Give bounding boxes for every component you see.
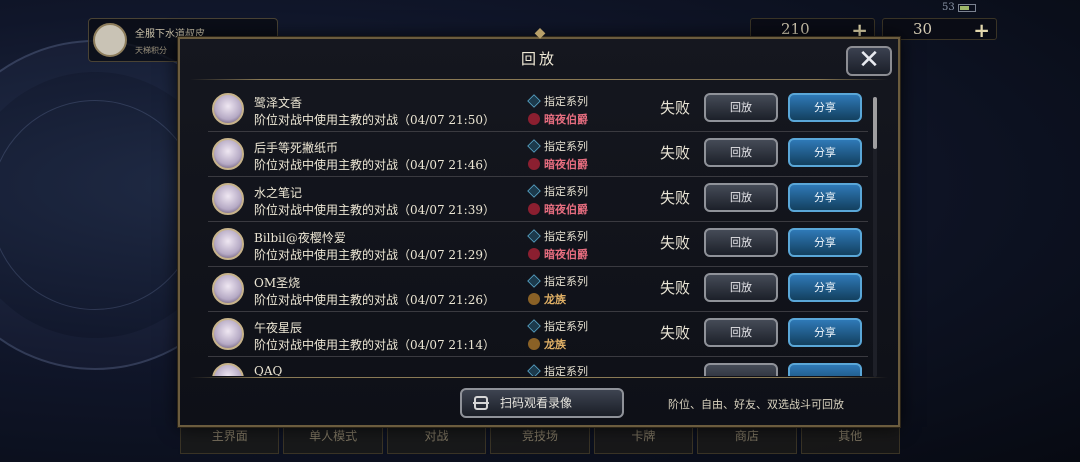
match-result: 失败 [660,234,691,252]
scan-qr-label: 扫码观看录像 [500,396,573,410]
battery-level: 53 [942,2,955,13]
list-item: 后手等死撇纸币 阶位对战中使用主教的对战（04/07 21:46） 指定系列 暗… [208,132,868,177]
avatar [212,93,244,125]
class-icon [528,338,540,350]
deck-type: 指定系列 [527,138,588,154]
avatar [212,318,244,350]
share-button[interactable] [788,363,862,376]
deck-icon [527,364,541,376]
list-item: OM圣烧 阶位对战中使用主教的对战（04/07 21:26） 指定系列 龙族 失… [208,267,868,312]
deck-icon [527,274,541,288]
list-item: 水之笔记 阶位对战中使用主教的对战（04/07 21:39） 指定系列 暗夜伯爵… [208,177,868,222]
dialog-title: 回放 [520,50,557,68]
replay-button[interactable] [704,363,778,376]
class-icon [528,203,540,215]
player-name: OM圣烧 [254,276,301,290]
avatar [212,273,244,305]
match-description: 阶位对战中使用主教的对战（04/07 21:50） [254,113,495,127]
share-button[interactable]: 分享 [788,273,862,302]
player-name: 午夜星辰 [254,321,303,335]
share-button[interactable]: 分享 [788,318,862,347]
match-description: 阶位对战中使用主教的对战（04/07 21:46） [254,158,495,172]
opponent-class: 暗夜伯爵 [528,111,588,127]
replay-button[interactable]: 回放 [704,273,778,302]
share-button[interactable]: 分享 [788,93,862,122]
battery-indicator: 53 [942,2,976,13]
share-button[interactable]: 分享 [788,228,862,257]
match-result: 失败 [660,99,691,117]
opponent-class: 暗夜伯爵 [528,156,588,172]
gold-value: 210 [781,20,810,38]
match-result: 失败 [660,144,691,162]
match-description: 阶位对战中使用主教的对战（04/07 21:26） [254,293,495,307]
match-result: 失败 [660,189,691,207]
opponent-class: 龙族 [528,336,566,352]
close-button[interactable]: ✕ [846,46,892,76]
close-icon: ✕ [858,45,880,75]
replay-dialog: ◆ 回放 ✕ 鹭泽文香 阶位对战中使用主教的对战（04/07 21:50） 指定… [178,25,900,427]
qr-scan-icon [473,396,489,410]
match-result: 失败 [660,279,691,297]
match-description: 阶位对战中使用主教的对战（04/07 21:39） [254,203,495,217]
add-crystal-icon[interactable]: + [973,18,990,42]
class-icon [528,293,540,305]
opponent-class: 龙族 [528,291,566,307]
list-item: 午夜星辰 阶位对战中使用主教的对战（04/07 21:14） 指定系列 龙族 失… [208,312,868,357]
deck-type: 指定系列 [527,93,588,109]
deck-type: 指定系列 [527,183,588,199]
deck-icon [527,139,541,153]
class-icon [528,158,540,170]
player-name: QAQ [254,364,283,376]
deck-icon [527,94,541,108]
battery-icon [957,3,976,12]
deck-icon [527,229,541,243]
avatar [93,23,127,57]
share-button[interactable]: 分享 [788,138,862,167]
crystal-value: 30 [913,20,933,38]
avatar [212,228,244,260]
title-divider [190,79,888,80]
match-description: 阶位对战中使用主教的对战（04/07 21:29） [254,248,495,262]
replay-button[interactable]: 回放 [704,93,778,122]
list-item: 鹭泽文香 阶位对战中使用主教的对战（04/07 21:50） 指定系列 暗夜伯爵… [208,87,868,132]
class-icon [528,113,540,125]
crest-ornament-icon: ◆ [534,25,546,41]
class-icon [528,248,540,260]
scrollbar-thumb[interactable] [873,97,877,149]
opponent-class: 暗夜伯爵 [528,201,588,217]
opponent-class: 暗夜伯爵 [528,246,588,262]
share-button[interactable]: 分享 [788,183,862,212]
avatar [212,363,244,376]
replay-button[interactable]: 回放 [704,138,778,167]
match-result: 失败 [660,324,691,342]
deck-type: 指定系列 [527,273,588,289]
deck-type: 指定系列 [527,363,588,376]
list-item: Bilbil@夜樱怜爱 阶位对战中使用主教的对战（04/07 21:29） 指定… [208,222,868,267]
replay-hint: 阶位、自由、好友、双选战斗可回放 [668,398,844,411]
match-description: 阶位对战中使用主教的对战（04/07 21:14） [254,338,495,352]
deck-icon [527,184,541,198]
footer-divider [190,377,888,378]
player-name: Bilbil@夜樱怜爱 [254,231,346,245]
scan-qr-button[interactable]: 扫码观看录像 [460,388,624,418]
player-name: 后手等死撇纸币 [254,141,339,155]
deck-icon [527,319,541,333]
replay-button[interactable]: 回放 [704,318,778,347]
replay-list[interactable]: 鹭泽文香 阶位对战中使用主教的对战（04/07 21:50） 指定系列 暗夜伯爵… [208,87,872,376]
avatar [212,138,244,170]
deck-type: 指定系列 [527,318,588,334]
player-name: 水之笔记 [254,186,303,200]
avatar [212,183,244,215]
deck-type: 指定系列 [527,228,588,244]
list-item: QAQ 指定系列 [208,357,868,376]
player-name: 鹭泽文香 [254,96,303,110]
replay-button[interactable]: 回放 [704,183,778,212]
player-subtitle: 天梯积分 [135,46,167,55]
replay-button[interactable]: 回放 [704,228,778,257]
